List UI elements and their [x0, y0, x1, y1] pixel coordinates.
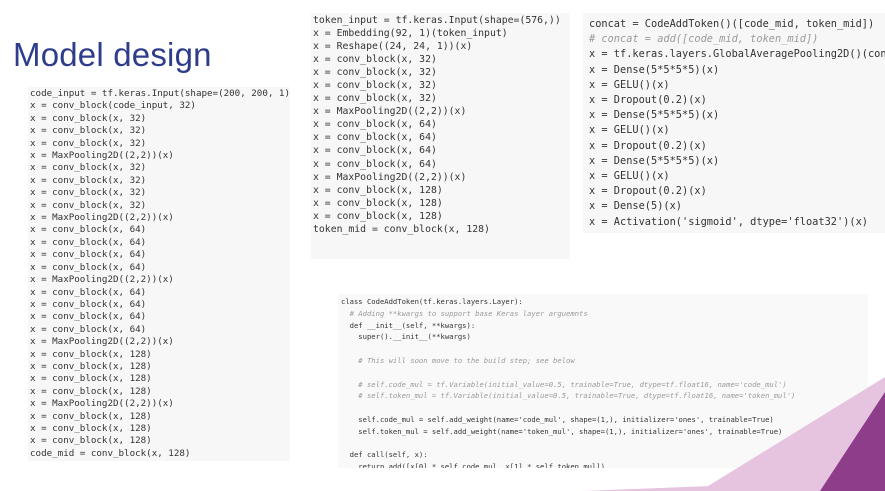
code-line: # Adding **kwargs to support base Keras … — [341, 308, 588, 318]
code-line: x = conv_block(x, 128) — [30, 373, 152, 385]
code-line: x = MaxPooling2D((2,2))(x) — [30, 274, 174, 286]
code-line: x = MaxPooling2D((2,2))(x) — [30, 212, 174, 224]
code-line: x = Dropout(0.2)(x) — [589, 94, 707, 107]
code-line: x = GELU()(x) — [589, 78, 670, 91]
code-line: x = tf.keras.layers.GlobalAveragePooling… — [589, 48, 885, 61]
code-line: token_mid = conv_block(x, 128) — [313, 223, 490, 235]
code-line: x = conv_block(x, 64) — [30, 311, 147, 323]
code-line: x = conv_block(x, 32) — [30, 125, 147, 137]
code-line: super().__init__(**kwargs) — [341, 332, 471, 342]
code-line: x = MaxPooling2D((2,2))(x) — [30, 150, 174, 162]
code-line: # This will soon move to the build step;… — [341, 355, 575, 365]
code-line: x = conv_block(x, 64) — [30, 236, 147, 248]
code-line: x = conv_block(x, 128) — [313, 210, 443, 222]
code-line: x = conv_block(x, 64) — [30, 261, 147, 273]
slide-title: Model design — [13, 36, 212, 73]
code-line: x = conv_block(x, 64) — [30, 323, 147, 335]
code-panel-code-branch: code_input = tf.keras.Input(shape=(200, … — [28, 87, 290, 461]
code-line: x = conv_block(x, 128) — [313, 184, 443, 196]
code-line: # concat = add([code_mid, token_mid]) — [589, 33, 819, 46]
code-line: code_input = tf.keras.Input(shape=(200, … — [30, 88, 290, 99]
code-line: x = Dense(5*5*5*5)(x) — [589, 154, 720, 167]
code-line: x = Dropout(0.2)(x) — [589, 185, 707, 198]
code-line: x = conv_block(x, 64) — [313, 119, 437, 131]
code-line: x = conv_block(x, 32) — [313, 67, 437, 79]
code-line: x = GELU()(x) — [589, 124, 670, 137]
code-line: x = conv_block(x, 32) — [30, 162, 147, 174]
code-line: x = Embedding(92, 1)(token_input) — [313, 28, 508, 40]
code-panel-head: concat = CodeAddToken()([code_mid, token… — [583, 13, 885, 233]
code-line: x = conv_block(x, 32) — [30, 137, 147, 149]
code-panel-token-branch: token_input = tf.keras.Input(shape=(576,… — [311, 13, 570, 259]
code-line: x = conv_block(x, 64) — [30, 249, 147, 261]
code-line: x = conv_block(x, 32) — [313, 54, 437, 66]
code-line: x = conv_block(x, 32) — [30, 174, 147, 186]
code-line: x = MaxPooling2D((2,2))(x) — [30, 336, 174, 348]
code-line: x = conv_block(x, 32) — [30, 187, 147, 199]
code-line: x = conv_block(x, 64) — [313, 132, 437, 144]
code-line: x = Dropout(0.2)(x) — [589, 139, 707, 152]
code-line: x = Activation('sigmoid', dtype='float32… — [589, 215, 868, 228]
code-line: x = Reshape((24, 24, 1))(x) — [313, 41, 473, 53]
code-line: x = conv_block(x, 64) — [313, 158, 437, 170]
code-line: x = conv_block(x, 128) — [30, 385, 152, 397]
code-line: x = conv_block(code_input, 32) — [30, 100, 196, 112]
code-line: x = conv_block(x, 64) — [30, 224, 147, 236]
code-line: x = Dense(5*5*5*5)(x) — [589, 63, 720, 76]
code-line: x = conv_block(x, 128) — [30, 348, 152, 360]
code-line: x = Dense(5*5*5*5)(x) — [589, 109, 720, 122]
code-line: x = conv_block(x, 128) — [30, 435, 152, 447]
code-line: x = MaxPooling2D((2,2))(x) — [313, 106, 467, 118]
code-line: x = conv_block(x, 64) — [313, 145, 437, 157]
code-line: x = conv_block(x, 64) — [30, 298, 147, 310]
code-line: class CodeAddToken(tf.keras.layers.Layer… — [341, 297, 523, 306]
code-line: x = MaxPooling2D((2,2))(x) — [30, 398, 174, 410]
code-line: x = MaxPooling2D((2,2))(x) — [313, 171, 467, 183]
code-line: x = conv_block(x, 128) — [30, 410, 152, 422]
code-line: x = conv_block(x, 32) — [30, 112, 147, 124]
code-line: x = conv_block(x, 32) — [30, 199, 147, 211]
code-line: x = conv_block(x, 128) — [30, 360, 152, 372]
code-line: token_input = tf.keras.Input(shape=(576,… — [313, 15, 561, 26]
code-line: x = conv_block(x, 64) — [30, 286, 147, 298]
code-line: x = GELU()(x) — [589, 170, 670, 183]
code-line: x = conv_block(x, 128) — [313, 197, 443, 209]
code-line: x = conv_block(x, 32) — [313, 80, 437, 92]
code-line: x = conv_block(x, 128) — [30, 422, 152, 434]
code-line: concat = CodeAddToken()([code_mid, token… — [589, 18, 875, 30]
code-line: def __init__(self, **kwargs): — [341, 320, 476, 330]
code-line: x = conv_block(x, 32) — [313, 93, 437, 105]
code-line: code_mid = conv_block(x, 128) — [30, 447, 191, 459]
code-line: x = Dense(5)(x) — [589, 200, 682, 213]
decor-purple-triangle — [820, 392, 885, 491]
